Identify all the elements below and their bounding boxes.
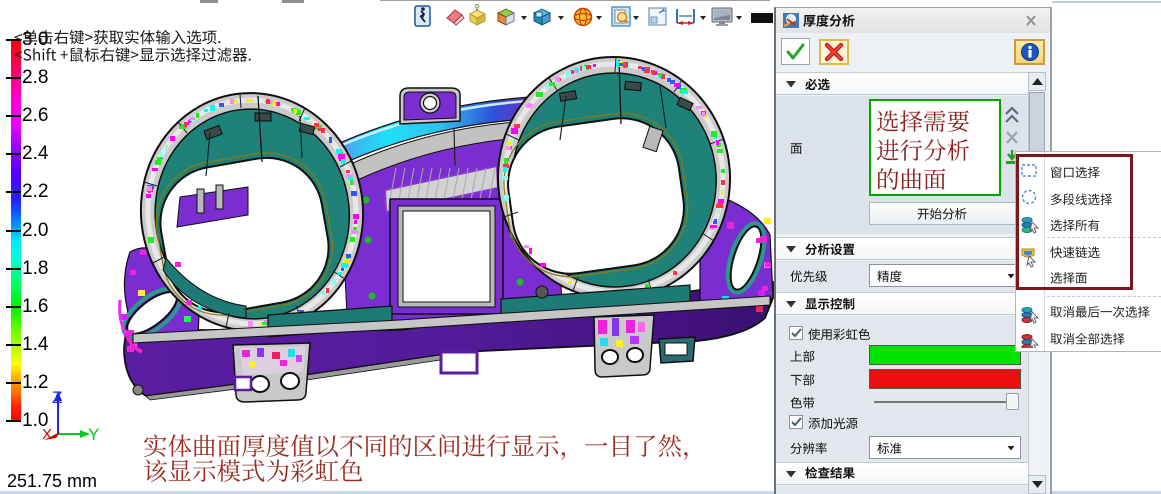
svg-text:Y: Y [88, 425, 99, 444]
svg-text:X: X [42, 426, 52, 443]
svg-text:Z: Z [52, 388, 62, 407]
